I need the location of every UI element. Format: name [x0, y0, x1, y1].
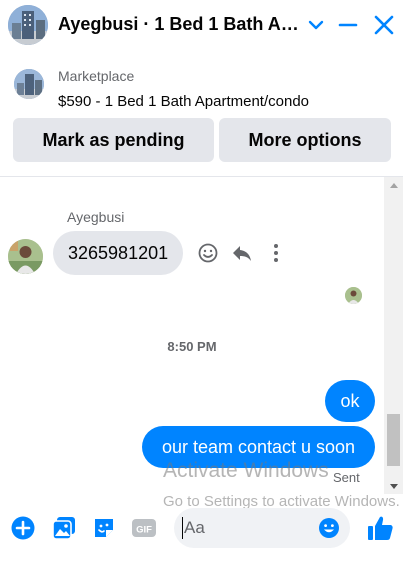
photo-icon[interactable] — [51, 515, 77, 541]
reply-icon[interactable] — [230, 241, 254, 265]
seen-receipt-avatar — [345, 287, 362, 304]
message-timestamp: 8:50 PM — [167, 339, 217, 354]
message-input-placeholder: Aa — [184, 518, 205, 537]
text-caret — [182, 517, 183, 539]
minimize-icon[interactable] — [336, 13, 360, 37]
message-composer: GIF Aa — [0, 502, 403, 554]
sticker-icon[interactable] — [91, 515, 117, 541]
message-input[interactable]: Aa — [174, 508, 350, 548]
more-vertical-icon[interactable] — [264, 241, 288, 265]
scroll-down-arrow-icon[interactable] — [390, 484, 398, 489]
scroll-up-arrow-icon[interactable] — [390, 183, 398, 188]
sender-avatar[interactable] — [8, 239, 43, 274]
message-actions — [196, 241, 291, 265]
seller-avatar[interactable] — [8, 5, 48, 45]
scrollbar-thumb[interactable] — [387, 414, 400, 466]
conversation-title[interactable]: Ayegbusi · 1 Bed 1 Bath Apartment/condo — [58, 14, 302, 35]
more-options-button[interactable]: More options — [219, 118, 391, 162]
outgoing-message-bubble[interactable]: ok — [325, 380, 375, 422]
header-divider — [0, 176, 403, 177]
close-icon[interactable] — [372, 13, 396, 37]
gif-icon[interactable]: GIF — [131, 515, 157, 541]
emoji-icon[interactable] — [318, 517, 340, 539]
thumbs-up-icon[interactable] — [366, 514, 394, 542]
svg-text:GIF: GIF — [136, 525, 152, 536]
chat-header: Ayegbusi · 1 Bed 1 Bath Apartment/condo — [0, 0, 403, 50]
incoming-message-bubble[interactable]: 3265981201 — [53, 231, 184, 275]
plus-icon[interactable] — [10, 515, 36, 541]
smiley-icon[interactable] — [196, 241, 220, 265]
marketplace-panel: Marketplace $590 - 1 Bed 1 Bath Apartmen… — [0, 55, 403, 173]
sender-name: Ayegbusi — [67, 209, 125, 225]
windows-activation-watermark: Activate Windows — [163, 459, 329, 482]
listing-thumbnail[interactable] — [14, 69, 44, 99]
marketplace-label: Marketplace — [58, 68, 135, 84]
delivery-status: Sent — [333, 470, 360, 485]
mark-as-pending-button[interactable]: Mark as pending — [13, 118, 214, 162]
chevron-down-icon[interactable] — [308, 17, 324, 33]
listing-title[interactable]: $590 - 1 Bed 1 Bath Apartment/condo — [58, 93, 309, 110]
